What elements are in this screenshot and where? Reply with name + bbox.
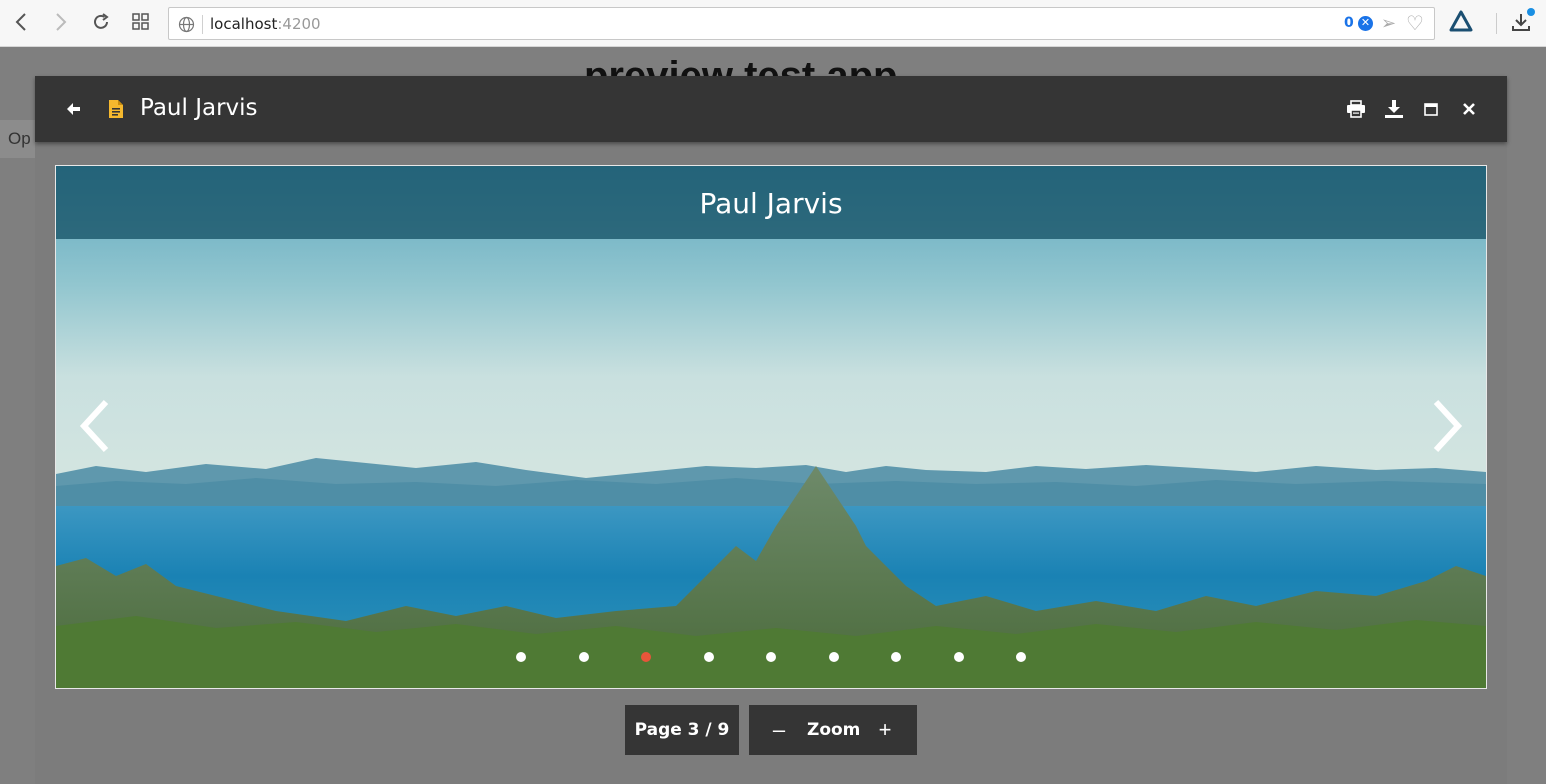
- pagination-dot[interactable]: [641, 652, 651, 662]
- maximize-icon: [1424, 102, 1438, 116]
- document-icon: [109, 100, 123, 118]
- download-icon: [1385, 100, 1403, 118]
- background-open-button: Op: [0, 120, 35, 158]
- close-icon: [1463, 103, 1475, 115]
- pagination-dot[interactable]: [1016, 652, 1026, 662]
- browser-download-icon[interactable]: [1509, 8, 1537, 36]
- document-title: Paul Jarvis: [140, 95, 258, 121]
- back-button[interactable]: [61, 96, 87, 122]
- chevron-left-icon: [79, 399, 109, 453]
- slide-caption: Paul Jarvis: [56, 166, 1486, 239]
- reload-button[interactable]: [88, 9, 114, 35]
- toolbar-divider: [1496, 13, 1497, 34]
- previous-slide-button[interactable]: [76, 398, 116, 454]
- print-icon: [1347, 100, 1365, 118]
- url-port: :4200: [277, 15, 321, 33]
- url-separator: [202, 15, 203, 34]
- file-type-indicator: [103, 96, 129, 122]
- browser-forward-button[interactable]: [48, 9, 74, 35]
- address-bar[interactable]: localhost:4200 0 ✕ ➢ ♡: [168, 7, 1435, 40]
- zoom-control: – Zoom +: [749, 705, 917, 755]
- close-button[interactable]: [1456, 96, 1482, 122]
- heart-icon[interactable]: ♡: [1406, 11, 1424, 36]
- print-button[interactable]: [1343, 96, 1369, 122]
- preview-modal: Paul Jarvis Paul Jarvis Page 3 / 9 – Zoo…: [35, 76, 1507, 784]
- browser-back-button[interactable]: [8, 9, 34, 35]
- pagination-dots: [516, 652, 1026, 664]
- pagination-dot[interactable]: [891, 652, 901, 662]
- pagination-dot[interactable]: [828, 652, 839, 662]
- browser-toolbar: localhost:4200 0 ✕ ➢ ♡: [0, 0, 1546, 47]
- reload-icon: [94, 13, 109, 29]
- globe-icon: [178, 16, 195, 33]
- page-indicator: Page 3 / 9: [625, 705, 739, 755]
- maximize-button[interactable]: [1418, 96, 1444, 122]
- chevron-right-icon: [56, 13, 67, 31]
- pagination-dot[interactable]: [578, 652, 589, 662]
- zoom-out-button[interactable]: –: [769, 705, 789, 755]
- chevron-left-icon: [15, 13, 26, 31]
- pagination-dot[interactable]: [766, 652, 776, 662]
- modal-header: Paul Jarvis: [35, 76, 1507, 142]
- arrow-left-icon: [67, 103, 80, 115]
- zoom-label: Zoom: [807, 720, 861, 740]
- speed-dial-button[interactable]: [128, 9, 154, 35]
- chevron-right-icon: [1433, 399, 1463, 453]
- next-slide-button[interactable]: [1426, 398, 1466, 454]
- pagination-dot[interactable]: [516, 652, 526, 662]
- image-viewer: Paul Jarvis: [55, 165, 1487, 689]
- aria-icon[interactable]: [1449, 10, 1473, 34]
- pagination-dot[interactable]: [953, 652, 964, 662]
- ad-block-icon[interactable]: ✕: [1358, 16, 1373, 31]
- download-button[interactable]: [1381, 96, 1407, 122]
- grid-icon: [132, 13, 149, 30]
- blocked-count[interactable]: 0: [1344, 15, 1354, 31]
- zoom-in-button[interactable]: +: [875, 705, 895, 755]
- url-host: localhost: [210, 15, 278, 33]
- pagination-dot[interactable]: [703, 652, 714, 662]
- send-icon[interactable]: ➢: [1381, 13, 1396, 34]
- url-text[interactable]: localhost:4200: [210, 15, 321, 33]
- slide-image: [56, 166, 1486, 688]
